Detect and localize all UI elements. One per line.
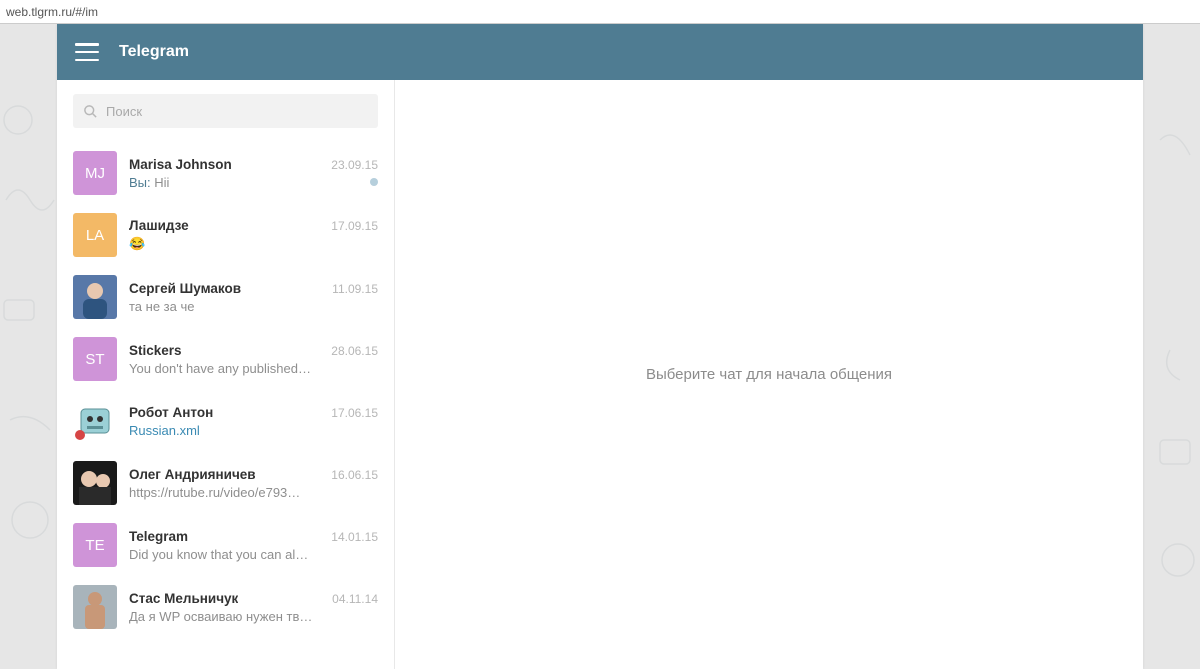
chat-meta: Сергей Шумаков 11.09.15 та не за че	[129, 275, 378, 319]
chat-preview: You don't have any published…	[129, 361, 311, 376]
chat-item[interactable]: Сергей Шумаков 11.09.15 та не за че	[57, 266, 394, 328]
chat-time: 17.09.15	[331, 219, 378, 233]
chat-preview: Вы: Hii	[129, 175, 169, 190]
avatar: ST	[73, 337, 117, 381]
chat-name: Сергей Шумаков	[129, 281, 241, 296]
chat-meta: Stickers 28.06.15 You don't have any publi…	[129, 337, 378, 381]
chat-time: 28.06.15	[331, 344, 378, 358]
search-input[interactable]	[106, 104, 368, 119]
chat-time: 23.09.15	[331, 158, 378, 172]
search-box[interactable]	[73, 94, 378, 128]
sidebar: MJ Marisa Johnson 23.09.15 Вы: Hii LA Лашидзе…	[57, 80, 395, 669]
avatar: TE	[73, 523, 117, 567]
chat-name: Робот Антон	[129, 405, 213, 420]
menu-icon[interactable]	[75, 43, 99, 61]
chat-item[interactable]: LA Лашидзе 17.09.15 😂	[57, 204, 394, 266]
avatar	[73, 275, 117, 319]
empty-chat-placeholder: Выберите чат для начала общения	[646, 366, 892, 383]
chat-preview: https://rutube.ru/video/e793…	[129, 485, 300, 500]
chat-meta: Олег Андрияничев 16.06.15 https://rutube.r…	[129, 461, 378, 505]
chat-item[interactable]: MJ Marisa Johnson 23.09.15 Вы: Hii	[57, 142, 394, 204]
chat-preview: Did you know that you can al…	[129, 547, 308, 562]
chat-meta: Лашидзе 17.09.15 😂	[129, 213, 378, 257]
chat-meta: Marisa Johnson 23.09.15 Вы: Hii	[129, 151, 378, 195]
chat-time: 11.09.15	[332, 282, 378, 296]
chat-meta: Робот Антон 17.06.15 Russian.xml	[129, 399, 378, 443]
avatar	[73, 399, 117, 443]
chat-name: Лашидзе	[129, 218, 189, 233]
app-body: MJ Marisa Johnson 23.09.15 Вы: Hii LA Лашидзе…	[57, 80, 1143, 669]
chat-meta: Telegram 14.01.15 Did you know that you ca…	[129, 523, 378, 567]
search-container	[57, 80, 394, 142]
chat-time: 14.01.15	[331, 530, 378, 544]
browser-url[interactable]: web.tlgrm.ru/#/im	[6, 5, 1194, 19]
chat-time: 04.11.14	[332, 592, 378, 606]
main-area: Выберите чат для начала общения	[395, 80, 1143, 669]
app-title: Telegram	[119, 43, 189, 61]
chat-item[interactable]: TE Telegram 14.01.15 Did you know that you …	[57, 514, 394, 576]
chat-preview: Russian.xml	[129, 423, 200, 438]
chat-time: 17.06.15	[331, 406, 378, 420]
avatar	[73, 585, 117, 629]
telegram-app: Telegram MJ Marisa Johnson 23.09.15 Вы: Hii…	[57, 24, 1143, 669]
avatar: MJ	[73, 151, 117, 195]
chat-preview: Да я WP осваиваю нужен тв…	[129, 609, 312, 624]
chat-time: 16.06.15	[331, 468, 378, 482]
avatar: LA	[73, 213, 117, 257]
chat-name: Telegram	[129, 529, 188, 544]
chat-preview: 😂	[129, 236, 145, 252]
avatar	[73, 461, 117, 505]
chat-item[interactable]: Стас Мельничук 04.11.14 Да я WP осваиваю н…	[57, 576, 394, 638]
chat-item[interactable]: Робот Антон 17.06.15 Russian.xml	[57, 390, 394, 452]
chat-list: MJ Marisa Johnson 23.09.15 Вы: Hii LA Лашидзе…	[57, 142, 394, 669]
chat-name: Олег Андрияничев	[129, 467, 256, 482]
unread-dot-icon	[370, 178, 378, 186]
chat-item[interactable]: ST Stickers 28.06.15 You don't have any pub…	[57, 328, 394, 390]
chat-name: Stickers	[129, 343, 182, 358]
chat-item[interactable]: Олег Андрияничев 16.06.15 https://rutube.r…	[57, 452, 394, 514]
app-header: Telegram	[57, 24, 1143, 80]
chat-name: Marisa Johnson	[129, 157, 232, 172]
browser-address-bar: web.tlgrm.ru/#/im	[0, 0, 1200, 24]
chat-preview: та не за че	[129, 299, 194, 314]
chat-name: Стас Мельничук	[129, 591, 238, 606]
chat-meta: Стас Мельничук 04.11.14 Да я WP осваиваю н…	[129, 585, 378, 629]
search-icon	[83, 104, 98, 119]
